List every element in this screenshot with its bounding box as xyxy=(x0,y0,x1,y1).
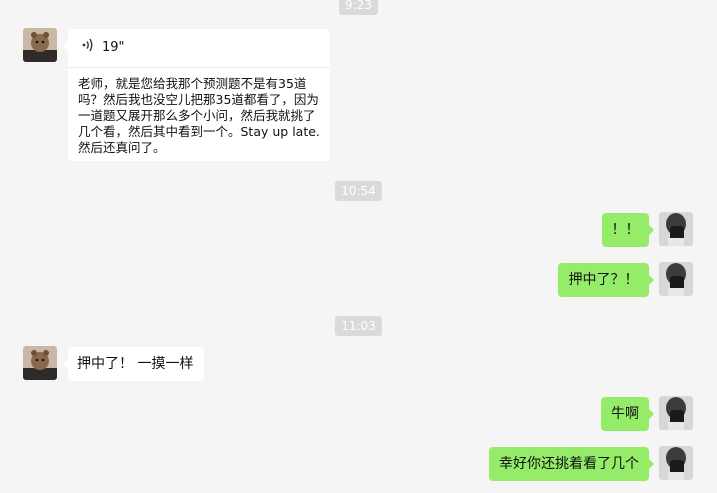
outgoing-message[interactable]: 押中了？！ xyxy=(558,263,654,297)
contact-avatar[interactable] xyxy=(23,346,57,380)
outgoing-message[interactable]: ！！ xyxy=(602,213,654,247)
timestamp: 10:54 xyxy=(0,181,717,201)
timestamp: 9:23 xyxy=(0,0,717,15)
voice-duration: 19" xyxy=(102,40,125,55)
voice-transcript: 老师，就是您给我那个预测题不是有35道吗？然后我也没空儿把那35道都看了，因为一… xyxy=(78,76,320,155)
voice-message-bubble[interactable]: 19" 老师，就是您给我那个预测题不是有35道吗？然后我也没空儿把那35道都看了… xyxy=(63,29,330,161)
incoming-message[interactable]: 押中了！ 一摸一样 xyxy=(63,347,204,381)
voice-wave-icon[interactable] xyxy=(82,38,94,58)
user-avatar[interactable] xyxy=(659,396,693,430)
user-avatar[interactable] xyxy=(659,446,693,480)
user-avatar[interactable] xyxy=(659,212,693,246)
user-avatar[interactable] xyxy=(659,262,693,296)
contact-avatar[interactable] xyxy=(23,28,57,62)
outgoing-message[interactable]: 幸好你还挑着看了几个 xyxy=(489,447,654,481)
timestamp-label: 11:03 xyxy=(335,316,382,336)
timestamp: 11:03 xyxy=(0,316,717,336)
voice-player[interactable]: 19" xyxy=(68,29,330,68)
outgoing-message[interactable]: 牛啊 xyxy=(601,397,654,431)
timestamp-label: 10:54 xyxy=(335,181,382,201)
timestamp-label: 9:23 xyxy=(339,0,378,15)
